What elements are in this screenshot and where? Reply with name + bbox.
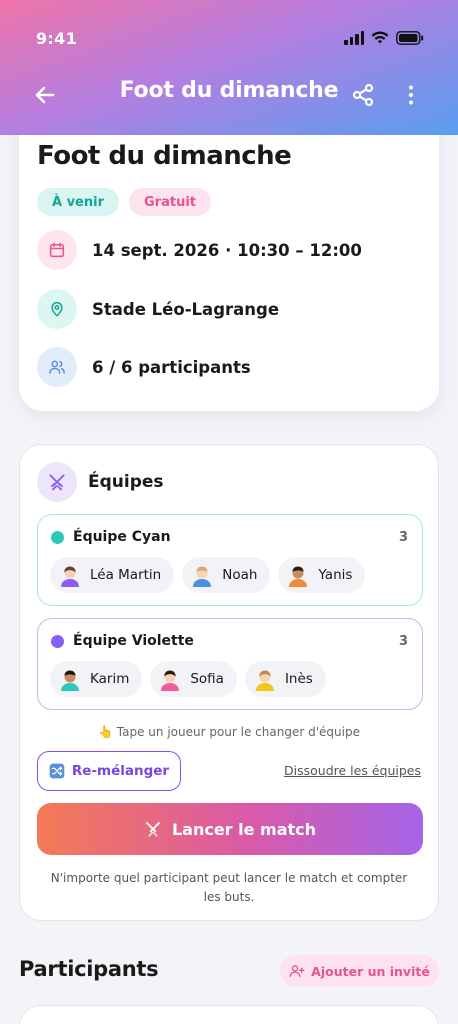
event-date-row: 14 sept. 2026 · 10:30 – 12:00	[37, 230, 362, 270]
team-violet-name-wrap: Équipe Violette	[51, 633, 194, 649]
teams-title: Équipes	[88, 472, 164, 492]
event-location: Stade Léo-Lagrange	[92, 299, 280, 319]
nav-bar: Foot du dimanche	[0, 74, 458, 114]
participants-list-card	[19, 1005, 439, 1024]
page-title: Foot du dimanche	[119, 78, 339, 103]
app-header: 9:41 Foot du dimanche	[0, 0, 458, 135]
player-chip[interactable]: Karim	[50, 661, 143, 697]
team-cyan-players: Léa Martin Noah Yanis	[50, 557, 366, 593]
status-bar: 9:41	[36, 26, 424, 50]
status-icons	[344, 31, 424, 45]
shuffle-icon	[49, 763, 65, 779]
avatar	[193, 566, 212, 587]
team-violet-players: Karim Sofia Inès	[50, 661, 326, 697]
team-name: Équipe Cyan	[73, 529, 171, 545]
participants-title: Participants	[19, 957, 159, 981]
teams-header: Équipes	[37, 462, 164, 502]
reshuffle-label: Re-mélanger	[71, 763, 170, 779]
crossed-swords-icon	[37, 462, 77, 502]
launch-match-button[interactable]: Lancer le match	[37, 803, 423, 855]
more-options-button[interactable]	[396, 80, 426, 110]
player-name: Léa Martin	[90, 567, 162, 583]
price-badge: Gratuit	[129, 188, 211, 216]
status-badge: À venir	[37, 188, 119, 216]
battery-icon	[396, 31, 424, 45]
team-count: 3	[398, 529, 408, 545]
event-title: Foot du dimanche	[37, 141, 292, 171]
add-guest-button[interactable]: Ajouter un invité	[280, 955, 439, 987]
calendar-icon	[37, 230, 77, 270]
launch-label: Lancer le match	[171, 819, 317, 839]
player-name: Noah	[222, 567, 258, 583]
avatar	[161, 670, 180, 691]
team-violet-box: Équipe Violette 3 Karim Sofia Inès	[37, 618, 423, 710]
swap-hint: 👆 Tape un joueur pour le changer d'équip…	[98, 725, 360, 739]
dissolve-teams-link[interactable]: Dissoudre les équipes	[284, 763, 421, 778]
team-name: Équipe Violette	[73, 633, 194, 649]
team-color-dot	[51, 634, 64, 648]
event-badges: À venir Gratuit	[37, 188, 211, 216]
crossed-swords-icon	[146, 822, 160, 837]
wifi-icon	[371, 31, 389, 45]
teams-card: Équipes Équipe Cyan 3 Léa Martin Noah Ya…	[19, 444, 439, 921]
avatar	[289, 566, 308, 587]
signal-icon	[344, 31, 364, 45]
player-chip[interactable]: Léa Martin	[50, 557, 175, 593]
team-cyan-name-wrap: Équipe Cyan	[51, 529, 171, 545]
team-cyan-box: Équipe Cyan 3 Léa Martin Noah Yanis	[37, 514, 423, 606]
event-location-row[interactable]: Stade Léo-Lagrange	[37, 289, 279, 329]
player-name: Karim	[90, 671, 130, 687]
add-guest-label: Ajouter un invité	[311, 963, 430, 979]
player-name: Inès	[284, 671, 313, 687]
avatar	[255, 670, 274, 691]
share-button[interactable]	[348, 80, 378, 110]
event-card: Foot du dimanche À venir Gratuit 14 sept…	[19, 95, 439, 411]
player-name: Sofia	[190, 671, 224, 687]
team-count: 3	[398, 633, 408, 649]
player-chip[interactable]: Inès	[244, 661, 326, 697]
users-icon	[37, 347, 77, 387]
more-vertical-icon	[409, 85, 413, 105]
player-chip[interactable]: Noah	[182, 557, 271, 593]
event-date: 14 sept. 2026 · 10:30 – 12:00	[92, 240, 362, 260]
user-plus-icon	[289, 965, 305, 977]
team-color-dot	[51, 530, 64, 544]
team-violet-header: Équipe Violette 3	[51, 633, 408, 649]
event-participants-row: 6 / 6 participants	[37, 347, 251, 387]
player-chip[interactable]: Sofia	[150, 661, 237, 697]
participants-count: 6 / 6 participants	[92, 357, 251, 377]
share-icon	[352, 83, 374, 107]
player-chip[interactable]: Yanis	[278, 557, 366, 593]
launch-note: N'importe quel participant peut lancer l…	[50, 871, 408, 904]
avatar	[61, 566, 79, 587]
reshuffle-button[interactable]: Re-mélanger	[37, 751, 181, 791]
map-pin-icon	[37, 289, 77, 329]
status-time: 9:41	[36, 28, 77, 48]
team-cyan-header: Équipe Cyan 3	[51, 529, 408, 545]
avatar	[61, 670, 79, 691]
player-name: Yanis	[318, 567, 353, 583]
